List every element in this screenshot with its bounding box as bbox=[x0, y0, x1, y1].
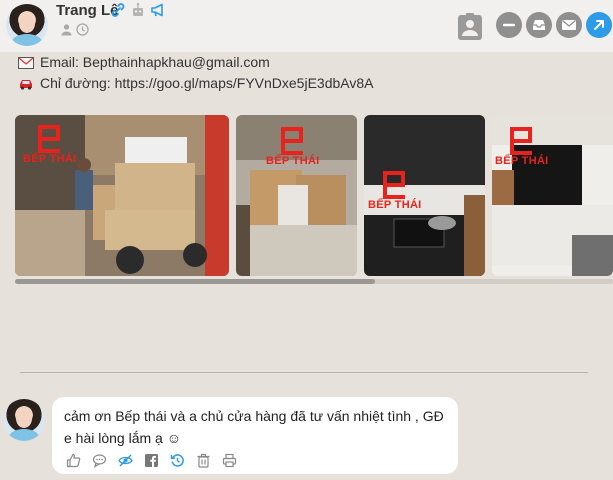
minimize-button[interactable] bbox=[496, 12, 522, 38]
photo-gallery[interactable]: BẾP THÁI BẾP THÁI BẾP THÁI BẾP THÁI bbox=[15, 115, 613, 278]
email-icon bbox=[18, 56, 34, 69]
divider bbox=[20, 372, 588, 373]
minimize-icon bbox=[503, 23, 515, 27]
gallery-photo[interactable]: BẾP THÁI bbox=[236, 115, 357, 276]
brand-logo: BẾP THÁI bbox=[266, 127, 320, 167]
gallery-photo[interactable]: BẾP THÁI bbox=[364, 115, 485, 276]
directions-text[interactable]: Chỉ đường: https://goo.gl/maps/FYVnDxe5j… bbox=[40, 75, 373, 91]
share-button[interactable] bbox=[586, 12, 612, 38]
link-icon[interactable] bbox=[110, 2, 126, 18]
email-line: Email: Bepthainhapkhau@gmail.com bbox=[18, 54, 270, 70]
brand-logo: BẾP THÁI bbox=[368, 171, 422, 211]
inbox-button[interactable] bbox=[526, 12, 552, 38]
mail-button[interactable] bbox=[556, 12, 582, 38]
user-avatar[interactable] bbox=[6, 4, 48, 46]
gallery-photo[interactable]: BẾP THÁI bbox=[492, 115, 613, 276]
comment-actions bbox=[66, 453, 237, 468]
reply-icon[interactable] bbox=[92, 453, 107, 468]
history-icon[interactable] bbox=[170, 453, 185, 468]
user-status bbox=[60, 23, 89, 36]
gallery-scrollbar[interactable] bbox=[15, 279, 613, 284]
brand-logo: BẾP THÁI bbox=[23, 125, 77, 165]
person-icon bbox=[60, 23, 73, 36]
share-icon bbox=[594, 20, 604, 30]
comment-bubble: cảm ơn Bếp thái và a chủ cửa hàng đã tư … bbox=[52, 397, 458, 474]
gallery-scrollbar-thumb[interactable] bbox=[15, 279, 375, 284]
car-icon bbox=[18, 77, 34, 90]
conversation-header: Trang Lê bbox=[0, 0, 613, 52]
mail-icon bbox=[562, 20, 576, 30]
delete-icon[interactable] bbox=[196, 453, 211, 468]
like-icon[interactable] bbox=[66, 453, 81, 468]
inbox-icon bbox=[533, 20, 545, 30]
directions-line: Chỉ đường: https://goo.gl/maps/FYVnDxe5j… bbox=[18, 75, 373, 91]
print-icon[interactable] bbox=[222, 453, 237, 468]
comment-text: cảm ơn Bếp thái và a chủ cửa hàng đã tư … bbox=[64, 408, 444, 446]
clock-icon bbox=[76, 23, 89, 36]
gallery-photo[interactable]: BẾP THÁI bbox=[15, 115, 229, 276]
commenter-avatar[interactable] bbox=[3, 399, 45, 441]
facebook-icon[interactable] bbox=[144, 453, 159, 468]
user-badges bbox=[110, 2, 166, 18]
email-text[interactable]: Email: Bepthainhapkhau@gmail.com bbox=[40, 54, 270, 70]
megaphone-icon[interactable] bbox=[150, 2, 166, 18]
contact-card-icon[interactable] bbox=[457, 13, 483, 41]
robot-icon[interactable] bbox=[130, 2, 146, 18]
hide-icon[interactable] bbox=[118, 453, 133, 468]
brand-logo: BẾP THÁI bbox=[495, 127, 549, 167]
